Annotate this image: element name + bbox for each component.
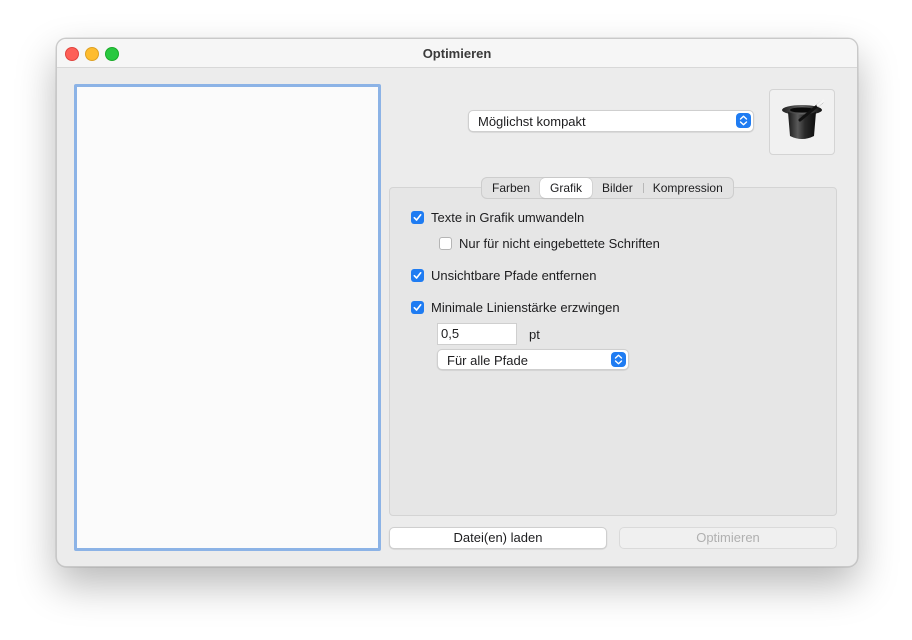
apply-to-paths-popup[interactable]: Für alle Pfade xyxy=(437,349,629,370)
line-width-field[interactable] xyxy=(437,323,517,345)
only-non-embedded-option[interactable]: Nur für nicht eingebettete Schriften xyxy=(439,236,660,251)
tab-farben[interactable]: Farben xyxy=(482,178,540,198)
only-non-embedded-label: Nur für nicht eingebettete Schriften xyxy=(459,236,660,251)
tab-grafik[interactable]: Grafik xyxy=(540,178,593,198)
checkbox-checked-icon[interactable] xyxy=(411,301,424,314)
preset-selected-label: Möglichst kompakt xyxy=(478,114,586,129)
titlebar: Optimieren xyxy=(57,39,857,68)
text-to-graphics-label: Texte in Grafik umwandeln xyxy=(431,210,585,225)
apply-to-selected-label: Für alle Pfade xyxy=(447,353,528,368)
remove-invisible-paths-label: Unsichtbare Pfade entfernen xyxy=(431,268,597,283)
preset-popup[interactable]: Möglichst kompakt xyxy=(468,110,754,132)
min-line-width-option[interactable]: Minimale Linienstärke erzwingen xyxy=(411,300,620,315)
load-files-button[interactable]: Datei(en) laden xyxy=(389,527,607,549)
tab-bar: Farben Grafik Bilder Kompression xyxy=(481,177,734,199)
checkbox-unchecked-icon[interactable] xyxy=(439,237,452,250)
min-line-width-label: Minimale Linienstärke erzwingen xyxy=(431,300,620,315)
optimize-button[interactable]: Optimieren xyxy=(619,527,837,549)
file-drop-list[interactable] xyxy=(74,84,381,551)
window-title: Optimieren xyxy=(422,46,492,61)
optimize-window: Optimieren Möglichst kompakt Farben Graf… xyxy=(56,38,858,567)
line-width-unit-label: pt xyxy=(529,327,540,342)
popup-stepper-icon xyxy=(611,352,626,367)
line-width-input[interactable] xyxy=(438,324,511,342)
checkbox-checked-icon[interactable] xyxy=(411,269,424,282)
text-to-graphics-option[interactable]: Texte in Grafik umwandeln xyxy=(411,210,584,225)
tab-kompression[interactable]: Kompression xyxy=(642,178,733,198)
magic-hat-icon xyxy=(769,89,835,155)
checkbox-checked-icon[interactable] xyxy=(411,211,424,224)
remove-invisible-paths-option[interactable]: Unsichtbare Pfade entfernen xyxy=(411,268,597,283)
popup-stepper-icon xyxy=(736,113,751,128)
tab-bilder[interactable]: Bilder xyxy=(592,178,643,198)
